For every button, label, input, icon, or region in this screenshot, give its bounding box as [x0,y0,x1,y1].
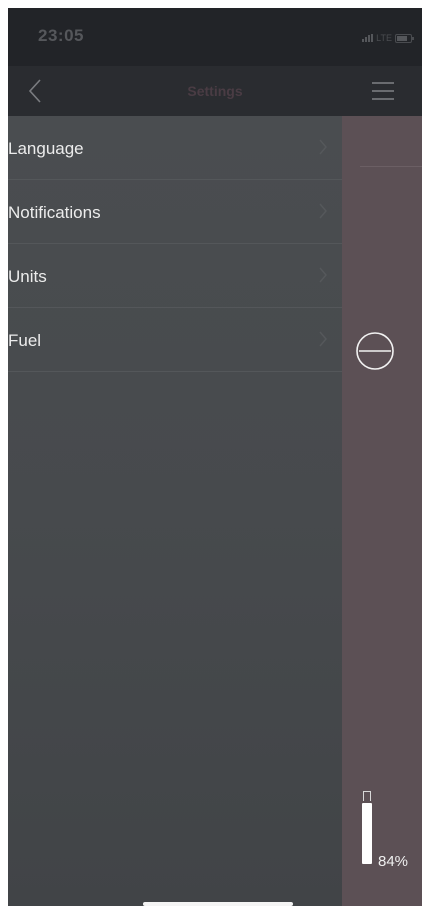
battery-gauge [362,791,374,864]
page-title: Settings [187,83,243,99]
chevron-right-icon [319,203,327,219]
settings-item-label: Units [8,267,47,286]
minus-circle-icon[interactable] [355,331,395,371]
chevron-right-icon [319,331,327,347]
status-indicators: LTE [362,32,414,44]
status-bar: 23:05 LTE [8,8,422,66]
settings-item-label: Fuel [8,331,42,350]
settings-drawer: Language Notifications Units Fuel [8,116,342,906]
nav-bar: Settings [8,66,422,116]
battery-percent: 84% [378,853,409,870]
settings-item-units[interactable]: Units [8,244,342,308]
settings-list: Language Notifications Units Fuel [8,116,342,372]
signal-icon [362,34,374,42]
settings-item-fuel[interactable]: Fuel [8,308,342,372]
chevron-right-icon [319,139,327,155]
panel-divider [360,166,422,167]
hamburger-menu-icon [372,82,394,84]
chevron-right-icon [319,267,327,283]
battery-gauge-cap [363,791,371,801]
menu-button[interactable] [372,80,398,102]
settings-item-language[interactable]: Language [8,116,342,180]
network-label: LTE [376,33,392,43]
settings-item-notifications[interactable]: Notifications [8,180,342,244]
settings-item-label: Notifications [8,203,101,222]
battery-gauge-fill [362,803,372,864]
settings-item-label: Language [8,139,84,158]
hamburger-line [372,98,394,100]
battery-icon [395,33,414,43]
home-indicator [143,902,293,906]
status-time: 23:05 [38,26,84,45]
side-panel: 84% [342,116,422,906]
phone-screen: 23:05 LTE Settings Language Notification… [8,8,422,906]
hamburger-line [372,90,394,92]
